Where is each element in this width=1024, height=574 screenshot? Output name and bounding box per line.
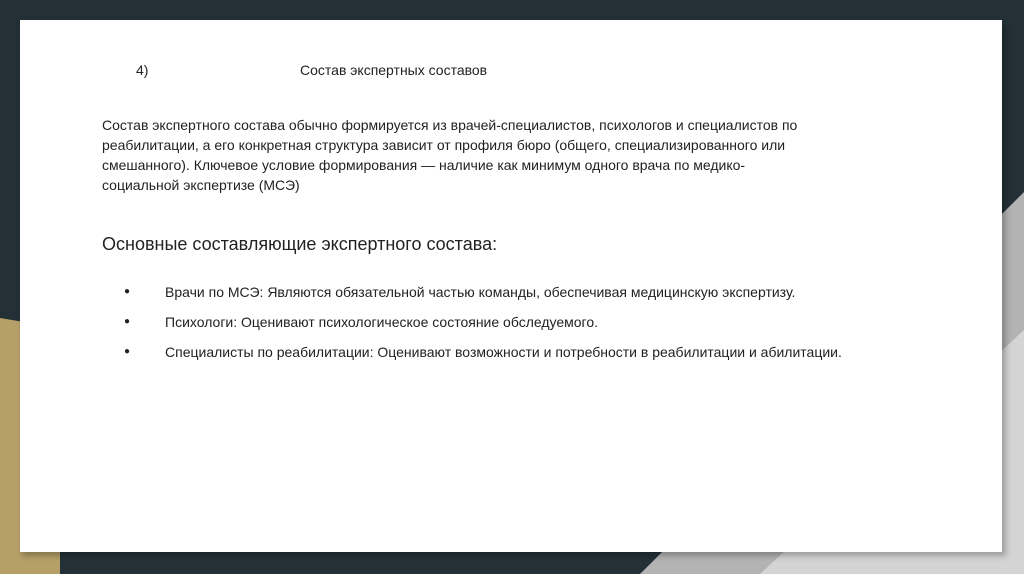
paragraph-line: реабилитации, а его конкретная структура… xyxy=(102,137,786,153)
bullet-dot-icon: ● xyxy=(124,346,131,357)
bullet-item: ● Специалисты по реабилитации: Оценивают… xyxy=(102,337,922,367)
slide: 4) Состав экспертных составов Состав экс… xyxy=(20,20,1002,552)
bullet-item: ● Психологи: Оценивают психологическое с… xyxy=(102,307,922,337)
section-heading: Основные составляющие экспертного состав… xyxy=(102,234,498,254)
bullet-text: Психологи: Оценивают психологическое сос… xyxy=(165,314,599,330)
bullet-dot-icon: ● xyxy=(124,286,131,297)
paragraph-line: социальной экспертизе (МСЭ) xyxy=(102,177,300,193)
slide-title: Состав экспертных составов xyxy=(300,62,488,78)
paragraph-line: Состав экспертного состава обычно формир… xyxy=(102,117,798,133)
slide-number: 4) xyxy=(136,62,149,78)
bullet-text: Специалисты по реабилитации: Оценивают в… xyxy=(165,344,842,360)
bullet-list: ● Врачи по МСЭ: Являются обязательной ча… xyxy=(102,277,922,367)
bullet-item: ● Врачи по МСЭ: Являются обязательной ча… xyxy=(102,277,922,307)
bullet-dot-icon: ● xyxy=(124,316,131,327)
slide-heading: 4) Состав экспертных составов xyxy=(20,62,1002,82)
intro-paragraph: Состав экспертного состава обычно формир… xyxy=(102,115,922,195)
bullet-text: Врачи по МСЭ: Являются обязательной част… xyxy=(165,284,796,300)
paragraph-line: смешанного). Ключевое условие формирован… xyxy=(102,157,746,173)
